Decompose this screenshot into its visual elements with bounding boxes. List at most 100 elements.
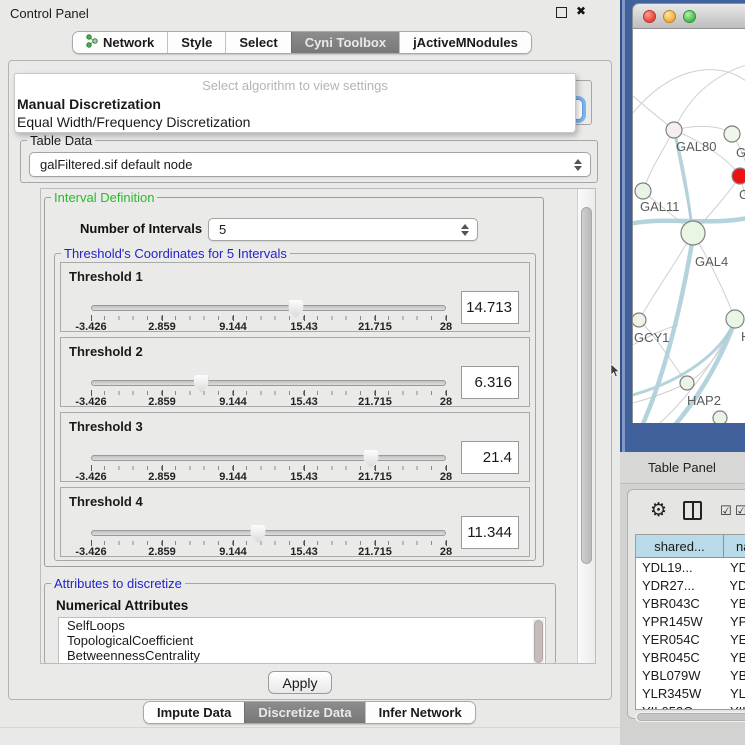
column-header-name[interactable]: na (724, 535, 745, 557)
threshold-4-value[interactable]: 11.344 (461, 516, 519, 549)
zoom-traffic-light-icon[interactable] (683, 10, 696, 23)
scrollbar-thumb[interactable] (637, 713, 745, 721)
slider-tick-labels: -3.426 2.859 9.144 15.43 21.715 28 (91, 396, 446, 408)
vertical-scrollbar[interactable] (577, 189, 595, 663)
algorithm-dropdown-popup: Select algorithm to view settings Manual… (14, 73, 576, 133)
dropdown-option-equal-width[interactable]: Equal Width/Frequency Discretization (17, 114, 250, 130)
horizontal-scrollbar[interactable] (635, 712, 745, 722)
node-bottom[interactable] (713, 411, 727, 423)
close-traffic-light-icon[interactable] (643, 10, 656, 23)
list-item[interactable]: SelfLoops (59, 618, 545, 633)
attributes-group-title: Attributes to discretize (51, 576, 185, 591)
control-panel: Control Panel ✖ Network Style Select Cyn… (0, 0, 620, 745)
num-intervals-combobox[interactable]: 5 (208, 218, 478, 241)
threshold-3-slider[interactable] (91, 455, 446, 461)
scrollbar-thumb[interactable] (581, 207, 592, 564)
network-view-window: GAL80 G C GAL11 GAL4 GCY1 H HAP2 (632, 3, 745, 423)
gear-icon[interactable]: ⚙ (650, 499, 667, 522)
table-row[interactable]: YPR145WYPR1 (636, 612, 745, 630)
node-red-selected[interactable] (732, 168, 745, 184)
table-row[interactable]: YDL19...YDL1 (636, 558, 745, 576)
tab-discretize-data[interactable]: Discretize Data (244, 702, 364, 723)
node-label-hap2: HAP2 (687, 393, 721, 408)
threshold-2-slider[interactable] (91, 380, 446, 386)
node-label-h: H (741, 329, 745, 344)
tab-network-label: Network (103, 35, 154, 50)
table-data-combobox[interactable]: galFiltered.sif default node (29, 152, 591, 177)
tab-jactivemnodules[interactable]: jActiveMNodules (399, 32, 531, 53)
list-item[interactable]: BetweennessCentrality (59, 648, 545, 663)
thresholds-group-title: Threshold's Coordinates for 5 Intervals (61, 246, 290, 261)
num-intervals-value: 5 (219, 222, 226, 237)
checkbox-icon[interactable]: ☑ (720, 503, 732, 519)
network-edge (633, 70, 745, 124)
node-gal4[interactable] (681, 221, 705, 245)
threshold-4-slider[interactable] (91, 530, 446, 536)
threshold-1-label: Threshold 1 (69, 269, 143, 284)
node-g[interactable] (724, 126, 740, 142)
float-window-icon[interactable] (556, 7, 567, 18)
panel-title: Control Panel (10, 6, 89, 21)
node-label-gal11: GAL11 (640, 199, 680, 214)
column-header-shared[interactable]: shared... (636, 535, 724, 557)
close-icon[interactable]: ✖ (576, 4, 586, 18)
list-item[interactable]: TopologicalCoefficient (59, 633, 545, 648)
network-canvas[interactable]: GAL80 G C GAL11 GAL4 GCY1 H HAP2 (632, 29, 745, 423)
tab-style[interactable]: Style (167, 32, 225, 53)
control-panel-titlebar: Control Panel ✖ (0, 0, 620, 26)
threshold-1-value[interactable]: 14.713 (461, 291, 519, 324)
table-data-title: Table Data (27, 133, 95, 148)
table-row[interactable]: YBR045CYBR0 (636, 648, 745, 666)
node-attribute-table[interactable]: shared... na YDL19...YDL1 YDR27...YDR2 Y… (635, 534, 745, 710)
network-edge (674, 61, 745, 130)
attributes-scrollbar[interactable] (533, 619, 544, 664)
checkbox-icon[interactable]: ☑ (735, 503, 745, 519)
table-row[interactable]: YER054CYER0 (636, 630, 745, 648)
desktop-edge-highlight (622, 0, 625, 452)
node-hap2[interactable] (680, 376, 694, 390)
table-row[interactable]: YBL079WYBL0 (636, 666, 745, 684)
threshold-1-slider[interactable] (91, 305, 446, 311)
table-panel-header: Table Panel (620, 452, 745, 484)
apply-button[interactable]: Apply (268, 671, 332, 694)
table-row[interactable]: YIL052CYIL0 (636, 702, 745, 710)
node-gal80[interactable] (666, 122, 682, 138)
threshold-2-value[interactable]: 6.316 (461, 366, 519, 399)
tab-select[interactable]: Select (225, 32, 290, 53)
node-gcy1[interactable] (633, 313, 646, 327)
node-gal11[interactable] (635, 183, 651, 199)
dropdown-option-manual[interactable]: Manual Discretization (17, 96, 161, 112)
tab-impute-data[interactable]: Impute Data (144, 702, 244, 723)
minimize-traffic-light-icon[interactable] (663, 10, 676, 23)
tab-network[interactable]: Network (73, 32, 167, 53)
node-h[interactable] (726, 310, 744, 328)
split-columns-icon[interactable] (683, 501, 702, 520)
node-label-gal80: GAL80 (676, 139, 716, 154)
scrollbar-thumb[interactable] (534, 620, 543, 663)
table-data-value: galFiltered.sif default node (40, 157, 192, 172)
table-panel-body: ⚙ ☑ ☑ shared... na YDL19...YDL1 YDR27...… (620, 484, 745, 745)
tab-cyni-toolbox[interactable]: Cyni Toolbox (291, 32, 399, 53)
slider-tick-labels: -3.426 2.859 9.144 15.43 21.715 28 (91, 471, 446, 483)
dropdown-placeholder: Select algorithm to view settings (15, 78, 575, 93)
table-row[interactable]: YBR043CYBR0 (636, 594, 745, 612)
node-label-gcy1: GCY1 (634, 330, 669, 345)
threshold-4-panel: Threshold 4 -3.426 2.859 9.144 15.43 21.… (60, 487, 530, 557)
interval-definition-title: Interval Definition (51, 190, 157, 205)
threshold-2-panel: Threshold 2 -3.426 2.859 9.144 15.43 21.… (60, 337, 530, 407)
numerical-attributes-list[interactable]: SelfLoops TopologicalCoefficient Between… (58, 617, 546, 664)
stepper-icon (574, 159, 582, 171)
tab-infer-network[interactable]: Infer Network (365, 702, 475, 723)
network-window-titlebar[interactable] (632, 3, 745, 29)
table-panel-title: Table Panel (648, 460, 716, 475)
table-row[interactable]: YLR345WYLR3 (636, 684, 745, 702)
node-label-c: C (739, 187, 745, 202)
node-label-gal4: GAL4 (695, 254, 728, 269)
threshold-4-label: Threshold 4 (69, 494, 143, 509)
threshold-2-label: Threshold 2 (69, 344, 143, 359)
threshold-3-value[interactable]: 21.4 (461, 441, 519, 474)
table-row[interactable]: YDR27...YDR2 (636, 576, 745, 594)
top-tab-bar: Network Style Select Cyni Toolbox jActiv… (72, 31, 532, 54)
table-panel-inner: ⚙ ☑ ☑ shared... na YDL19...YDL1 YDR27...… (627, 489, 745, 719)
network-edge (643, 130, 674, 191)
